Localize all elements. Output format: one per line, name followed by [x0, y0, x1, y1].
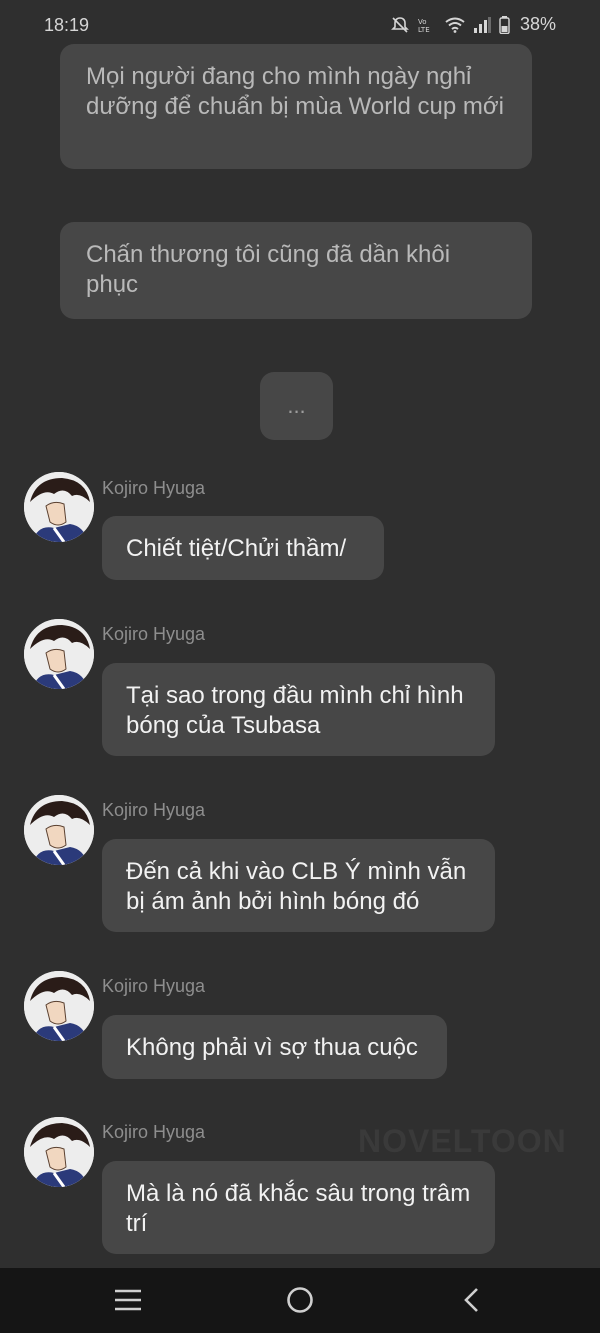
navigation-bar [0, 1268, 600, 1333]
sender-name: Kojiro Hyuga [102, 624, 206, 644]
narration-text: Mọi người đang cho mình ngày nghỉ dưỡng … [86, 63, 504, 120]
avatar[interactable] [24, 472, 94, 542]
message-bubble: Mà là nó đã khắc sâu trong trâm trí [102, 1161, 495, 1254]
svg-text:LTE: LTE [418, 26, 430, 34]
mute-icon [391, 16, 409, 34]
narration-text: Chấn thương tôi cũng đã dần khôi phục [86, 241, 451, 298]
ellipsis-text: ... [287, 393, 306, 418]
sender-name: Kojiro Hyuga [102, 800, 206, 820]
battery-percent: 38% [519, 14, 556, 34]
home-icon[interactable] [284, 1284, 316, 1316]
avatar[interactable] [24, 619, 94, 689]
narration-bubble: Chấn thương tôi cũng đã dần khôi phục [60, 222, 532, 319]
status-bar: 18:19 Vo LTE 38% [0, 0, 600, 48]
signal-icon [473, 16, 491, 33]
back-icon[interactable] [456, 1284, 488, 1316]
volte-icon: Vo LTE [417, 16, 437, 34]
svg-text:Vo: Vo [418, 18, 427, 26]
message-bubble: Đến cả khi vào CLB Ý mình vẫn bị ám ảnh … [102, 839, 495, 932]
avatar[interactable] [24, 971, 94, 1041]
sender-name: Kojiro Hyuga [102, 478, 206, 498]
message-text: Không phải vì sợ thua cuộc [126, 1034, 418, 1061]
narration-bubble: Mọi người đang cho mình ngày nghỉ dưỡng … [60, 44, 532, 169]
ellipsis-bubble: ... [260, 372, 333, 440]
message-text: Tại sao trong đầu mình chỉ hình bóng của… [126, 682, 464, 739]
message-text: Đến cả khi vào CLB Ý mình vẫn bị ám ảnh … [126, 858, 467, 915]
avatar[interactable] [24, 795, 94, 865]
message-text: Mà là nó đã khắc sâu trong trâm trí [126, 1180, 471, 1237]
battery-icon [499, 15, 510, 34]
wifi-icon [445, 17, 465, 33]
message-bubble: Không phải vì sợ thua cuộc [102, 1015, 447, 1079]
noveltoon-watermark: NOVELTOON [358, 1123, 567, 1159]
sender-name: Kojiro Hyuga [102, 976, 206, 996]
message-bubble: Tại sao trong đầu mình chỉ hình bóng của… [102, 663, 495, 756]
avatar[interactable] [24, 1117, 94, 1187]
status-icons: Vo LTE 38% [391, 14, 556, 35]
status-time: 18:19 [44, 15, 90, 35]
sender-name: Kojiro Hyuga [102, 1122, 206, 1142]
message-text: Chiết tiệt/Chửi thầm/ [126, 535, 347, 562]
message-bubble: Chiết tiệt/Chửi thầm/ [102, 516, 384, 580]
menu-icon[interactable] [112, 1284, 144, 1316]
